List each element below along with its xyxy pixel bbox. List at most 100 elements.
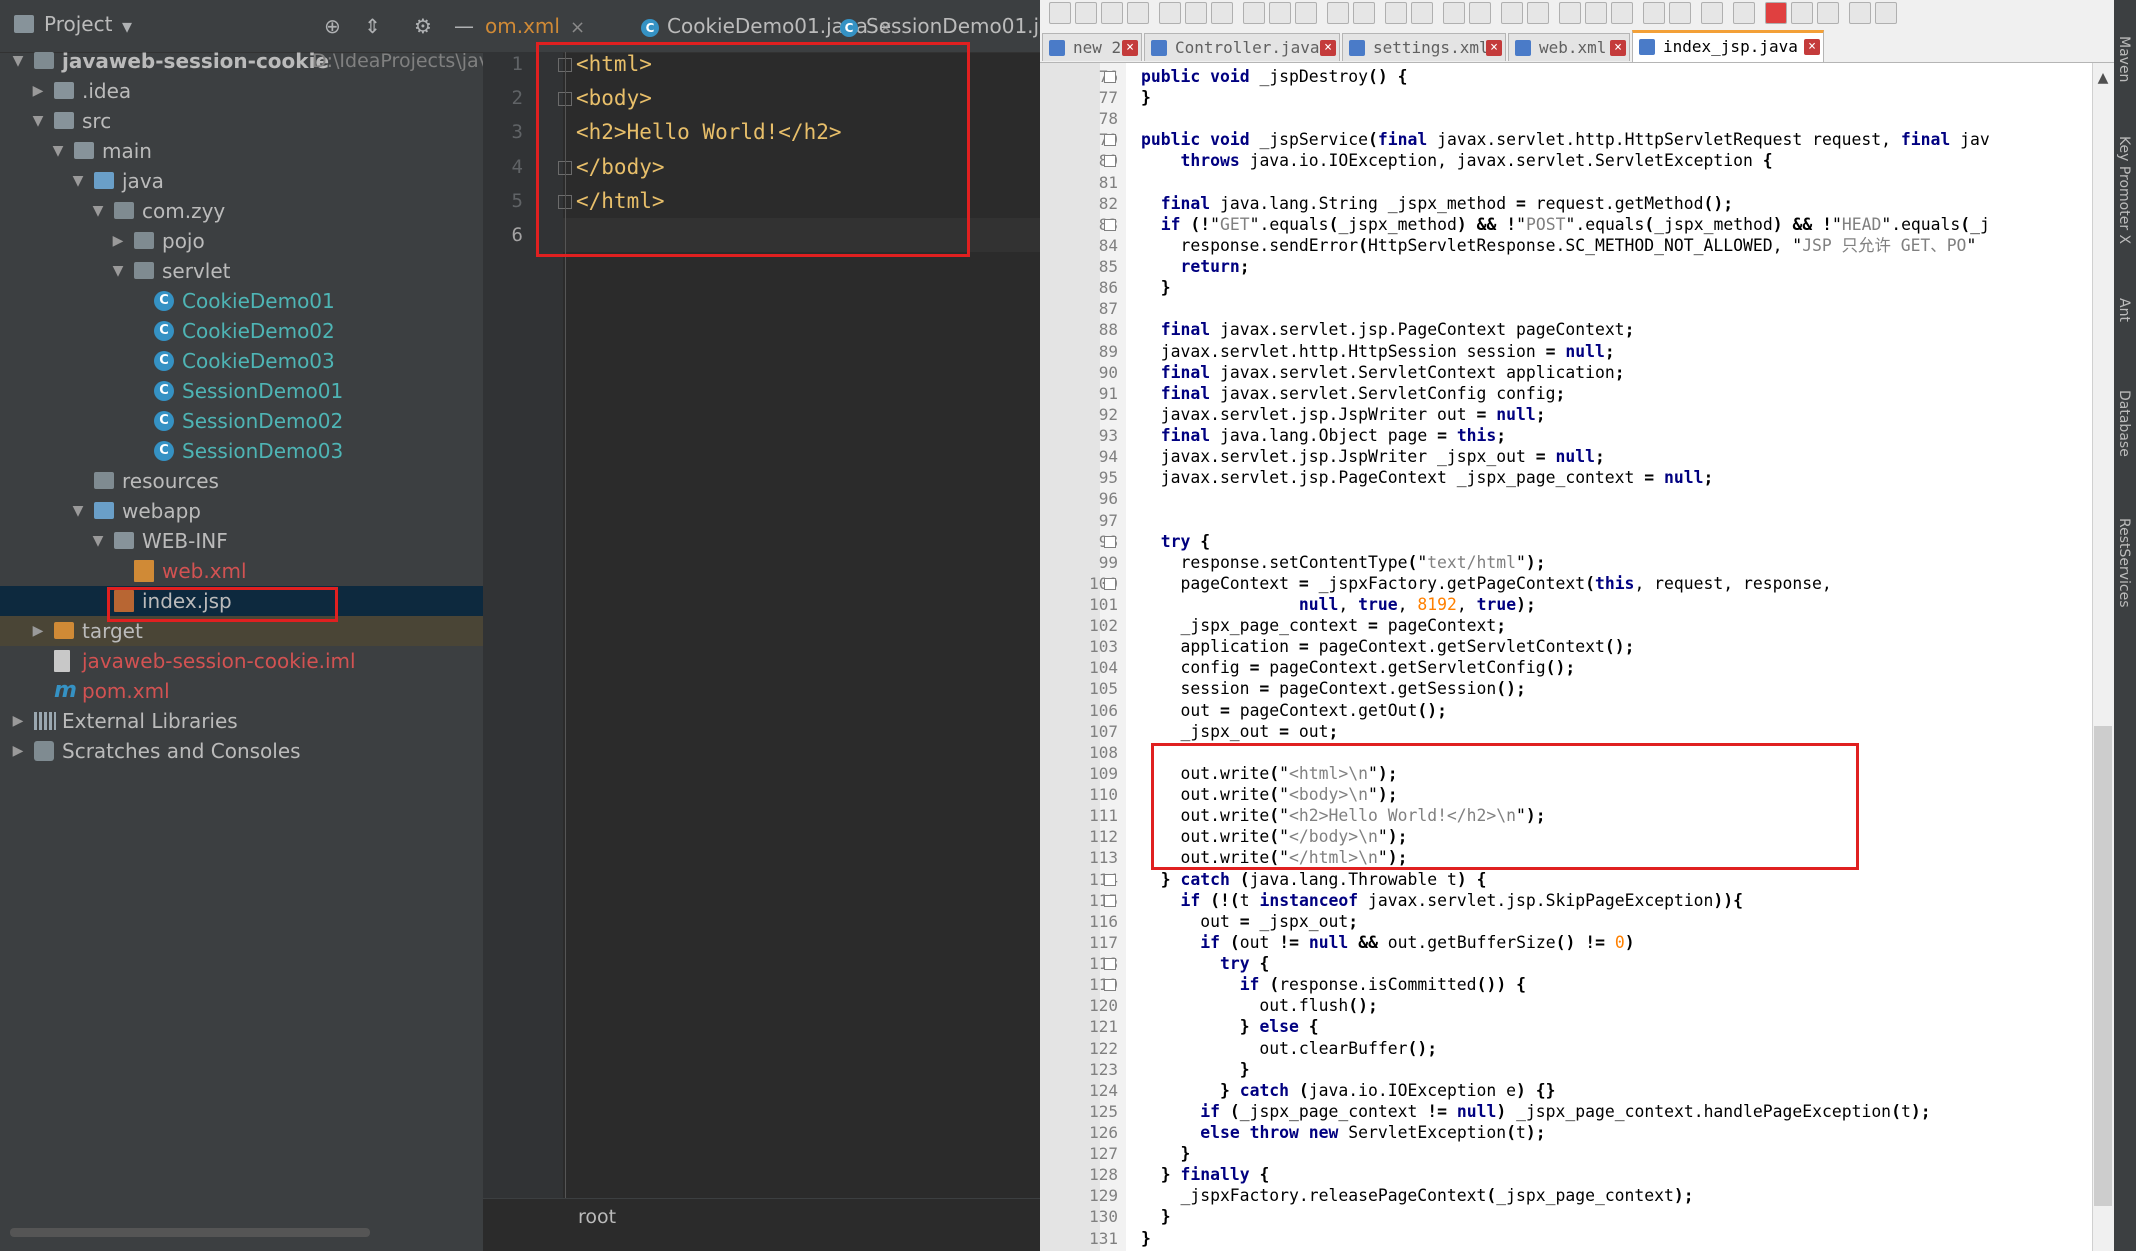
chevron-down-icon[interactable]: ▼: [50, 136, 66, 166]
code-line[interactable]: }: [1141, 1228, 1151, 1249]
tree-row[interactable]: ▼ main: [0, 136, 483, 166]
tree-row[interactable]: ▼ WEB-INF: [0, 526, 483, 556]
gear-icon[interactable]: ⚙: [414, 14, 432, 38]
save-icon[interactable]: [1101, 2, 1123, 24]
doc-map-icon[interactable]: [1643, 2, 1665, 24]
find-icon[interactable]: [1385, 2, 1407, 24]
chevron-right-icon[interactable]: ▶: [10, 736, 26, 766]
tree-row[interactable]: C CookieDemo03: [0, 346, 483, 376]
chevron-down-icon[interactable]: ▼: [90, 526, 106, 556]
tab-index-jsp-java[interactable]: index_jsp.java ×: [1632, 30, 1824, 62]
tool-window-maven[interactable]: Maven: [2116, 36, 2132, 82]
print-icon[interactable]: [1211, 2, 1233, 24]
tree-row[interactable]: ▼ javaweb-session-cookie D:\IdeaProjects\j…: [0, 46, 529, 76]
fold-icon[interactable]: [1104, 894, 1116, 907]
tool-window-key-promoter-x[interactable]: Key Promoter X: [2116, 136, 2132, 244]
tree-row[interactable]: C SessionDemo01: [0, 376, 483, 406]
code-line[interactable]: javax.servlet.jsp.PageContext _jspx_page…: [1141, 467, 1714, 488]
save-all-icon[interactable]: [1127, 2, 1149, 24]
code-line[interactable]: throws java.io.IOException, javax.servle…: [1141, 150, 1772, 171]
tab-settings-xml[interactable]: settings.xml ×: [1342, 33, 1506, 61]
stop-macro-icon[interactable]: [1791, 2, 1813, 24]
chevron-right-icon[interactable]: ▶: [10, 706, 26, 736]
close-icon[interactable]: ×: [1320, 40, 1336, 56]
save-macro-icon[interactable]: [1875, 2, 1897, 24]
code-line[interactable]: out = _jspx_out;: [1141, 911, 1358, 932]
function-list-icon[interactable]: [1669, 2, 1691, 24]
chevron-down-icon[interactable]: ▼: [110, 256, 126, 286]
horizontal-scrollbar[interactable]: [10, 1228, 370, 1237]
code-line[interactable]: }: [1141, 87, 1151, 108]
tree-row[interactable]: m pom.xml: [0, 676, 483, 706]
code-line[interactable]: } catch (java.lang.Throwable t) {: [1141, 869, 1487, 890]
code-line[interactable]: if (out != null && out.getBufferSize() !…: [1141, 932, 1634, 953]
fold-icon[interactable]: [1104, 958, 1116, 971]
code-line[interactable]: javax.servlet.jsp.JspWriter out = null;: [1141, 404, 1546, 425]
code-line[interactable]: if (response.isCommitted()) {: [1141, 974, 1526, 995]
zoom-in-icon[interactable]: [1443, 2, 1465, 24]
run-macro-icon[interactable]: [1849, 2, 1871, 24]
code-line[interactable]: if (!(t instanceof javax.servlet.jsp.Ski…: [1141, 890, 1743, 911]
tree-row[interactable]: ▼ java: [0, 166, 483, 196]
chevron-right-icon[interactable]: ▶: [30, 616, 46, 646]
wrap-icon[interactable]: [1559, 2, 1581, 24]
code-line[interactable]: final java.lang.Object page = this;: [1141, 425, 1506, 446]
code-line[interactable]: _jspxFactory.releasePageContext(_jspx_pa…: [1141, 1185, 1693, 1206]
chevron-right-icon[interactable]: ▶: [110, 226, 126, 256]
code-line[interactable]: out.clearBuffer();: [1141, 1038, 1437, 1059]
chevron-down-icon[interactable]: ▼: [70, 496, 86, 526]
fold-icon[interactable]: [1104, 218, 1116, 231]
tool-window-ant[interactable]: Ant: [2116, 298, 2132, 322]
fold-icon[interactable]: [1104, 979, 1116, 992]
tree-row[interactable]: javaweb-session-cookie.iml: [0, 646, 483, 676]
chevron-down-icon[interactable]: ▾: [122, 14, 132, 38]
code-line[interactable]: final javax.servlet.jsp.PageContext page…: [1141, 319, 1635, 340]
code-line[interactable]: try {: [1141, 953, 1269, 974]
code-line[interactable]: final javax.servlet.ServletConfig config…: [1141, 383, 1566, 404]
fold-icon[interactable]: [1104, 134, 1116, 147]
code-line[interactable]: try {: [1141, 531, 1210, 552]
open-file-icon[interactable]: [1075, 2, 1097, 24]
scrollbar-thumb[interactable]: [2094, 726, 2112, 1206]
code-line[interactable]: response.setContentType("text/html");: [1141, 552, 1545, 573]
close-icon[interactable]: [1159, 2, 1181, 24]
chevron-down-icon[interactable]: ▼: [30, 106, 46, 136]
code-line[interactable]: } catch (java.io.IOException e) {}: [1141, 1080, 1556, 1101]
code-line[interactable]: out.flush();: [1141, 995, 1377, 1016]
code-line[interactable]: if (!"GET".equals(_jspx_method) && !"POS…: [1141, 214, 1990, 235]
code-line[interactable]: }: [1141, 1059, 1250, 1080]
chevron-down-icon[interactable]: ▼: [10, 46, 26, 76]
tree-row[interactable]: C SessionDemo03: [0, 436, 483, 466]
folder-as-workspace-icon[interactable]: [1701, 2, 1723, 24]
copy-icon[interactable]: [1269, 2, 1291, 24]
code-line[interactable]: }: [1141, 277, 1171, 298]
chevron-right-icon[interactable]: ▶: [30, 76, 46, 106]
monitor-icon[interactable]: [1733, 2, 1755, 24]
code-line[interactable]: _jspx_page_context = pageContext;: [1141, 615, 1506, 636]
play-macro-icon[interactable]: [1817, 2, 1839, 24]
code-line[interactable]: else throw new ServletException(t);: [1141, 1122, 1545, 1143]
tree-row[interactable]: ▼ src: [0, 106, 483, 136]
redo-icon[interactable]: [1353, 2, 1375, 24]
tab-new-2[interactable]: new 2 ×: [1042, 33, 1142, 61]
tree-row[interactable]: ▶ External Libraries: [0, 706, 483, 736]
undo-icon[interactable]: [1327, 2, 1349, 24]
replace-icon[interactable]: [1411, 2, 1433, 24]
record-macro-icon[interactable]: [1765, 2, 1787, 24]
tree-row[interactable]: C SessionDemo02: [0, 406, 483, 436]
code-line[interactable]: }: [1141, 1143, 1190, 1164]
code-line[interactable]: pageContext = _jspxFactory.getPageContex…: [1141, 573, 1831, 594]
tool-window-database[interactable]: Database: [2116, 390, 2132, 457]
fold-icon[interactable]: [1104, 873, 1116, 886]
tab-web-xml[interactable]: web.xml ×: [1508, 33, 1630, 61]
code-line[interactable]: public void _jspService(final javax.serv…: [1141, 129, 1990, 150]
tree-row[interactable]: web.xml: [0, 556, 483, 586]
tree-row[interactable]: resources: [0, 466, 483, 496]
code-line[interactable]: _jspx_out = out;: [1141, 721, 1338, 742]
project-view-title[interactable]: Project: [44, 12, 112, 36]
zoom-out-icon[interactable]: [1469, 2, 1491, 24]
code-line[interactable]: javax.servlet.http.HttpSession session =…: [1141, 341, 1615, 362]
scroll-up-icon[interactable]: ▲: [2094, 70, 2112, 86]
tree-row[interactable]: C CookieDemo02: [0, 316, 483, 346]
tree-row[interactable]: ▼ webapp: [0, 496, 483, 526]
